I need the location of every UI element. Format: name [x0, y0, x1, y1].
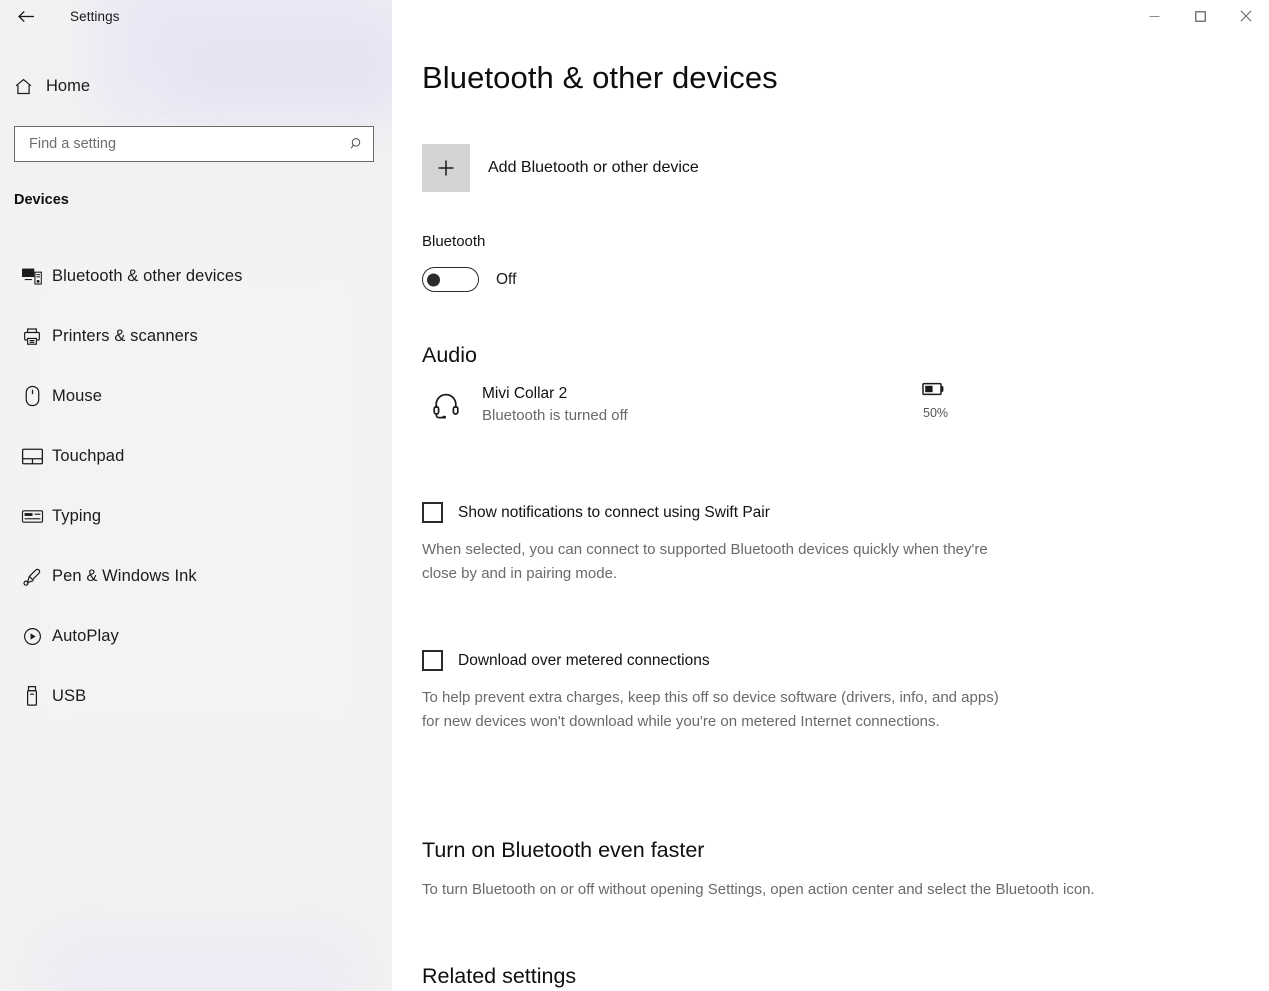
- sidebar-item-label: Printers & scanners: [52, 327, 198, 346]
- add-device-label: Add Bluetooth or other device: [488, 159, 699, 177]
- sidebar: Home Devices: [0, 0, 392, 991]
- swift-pair-checkbox[interactable]: [422, 502, 443, 523]
- printer-icon: [12, 326, 52, 347]
- swift-pair-checkbox-row[interactable]: Show notifications to connect using Swif…: [422, 502, 770, 523]
- sidebar-item-home-label: Home: [46, 77, 90, 96]
- close-button[interactable]: [1223, 0, 1269, 32]
- sidebar-item-typing[interactable]: Typing: [0, 496, 392, 536]
- related-settings-heading: Related settings: [422, 964, 576, 989]
- close-icon: [1240, 10, 1252, 22]
- autoplay-icon: [12, 626, 52, 647]
- toggle-knob: [427, 273, 440, 286]
- plus-icon: [422, 144, 470, 192]
- battery-percent: 50%: [923, 406, 948, 420]
- bluetooth-toggle[interactable]: [422, 267, 479, 292]
- maximize-icon: [1195, 11, 1206, 22]
- usb-icon: [12, 685, 52, 707]
- pen-icon: [12, 566, 52, 587]
- audio-section-heading: Audio: [422, 343, 477, 368]
- sidebar-item-label: Bluetooth & other devices: [52, 267, 243, 286]
- sidebar-item-label: Typing: [52, 507, 101, 526]
- touchpad-icon: [12, 447, 52, 466]
- search-input[interactable]: [15, 136, 341, 152]
- headset-icon: [422, 390, 470, 420]
- sidebar-item-label: Mouse: [52, 387, 102, 406]
- minimize-button[interactable]: [1131, 0, 1177, 32]
- sidebar-item-pen-windows-ink[interactable]: Pen & Windows Ink: [0, 556, 392, 596]
- sidebar-item-label: Pen & Windows Ink: [52, 567, 197, 586]
- metered-checkbox-row[interactable]: Download over metered connections: [422, 650, 710, 671]
- search-icon[interactable]: [341, 136, 373, 152]
- bluetooth-toggle-row: Off: [422, 267, 516, 292]
- window-controls: [1131, 0, 1269, 32]
- sidebar-nav-list: Bluetooth & other devices Printers & sca…: [0, 256, 392, 736]
- back-button[interactable]: [8, 0, 44, 32]
- bluetooth-devices-icon: [12, 266, 52, 286]
- device-name: Mivi Collar 2: [482, 383, 628, 404]
- bluetooth-section-label: Bluetooth: [422, 233, 485, 250]
- acrylic-tint-bottom: [40, 930, 360, 991]
- sidebar-item-printers-scanners[interactable]: Printers & scanners: [0, 316, 392, 356]
- metered-label: Download over metered connections: [458, 652, 710, 670]
- faster-description: To turn Bluetooth on or off without open…: [422, 878, 1242, 902]
- add-device-button[interactable]: Add Bluetooth or other device: [422, 144, 699, 192]
- metered-description: To help prevent extra charges, keep this…: [422, 686, 1002, 733]
- app-title: Settings: [70, 0, 120, 32]
- sidebar-item-autoplay[interactable]: AutoPlay: [0, 616, 392, 656]
- sidebar-item-label: Touchpad: [52, 447, 124, 466]
- title-bar: Settings: [0, 0, 1269, 32]
- metered-checkbox[interactable]: [422, 650, 443, 671]
- device-text: Mivi Collar 2 Bluetooth is turned off: [482, 383, 628, 427]
- device-battery: 50%: [922, 382, 982, 420]
- sidebar-item-label: AutoPlay: [52, 627, 119, 646]
- keyboard-icon: [12, 508, 52, 525]
- bluetooth-toggle-state: Off: [496, 271, 516, 289]
- page-title: Bluetooth & other devices: [422, 60, 778, 96]
- device-status: Bluetooth is turned off: [482, 404, 628, 427]
- swift-pair-description: When selected, you can connect to suppor…: [422, 538, 1002, 585]
- home-icon: [0, 76, 46, 97]
- main-content: Bluetooth & other devices Add Bluetooth …: [392, 0, 1269, 991]
- faster-section-heading: Turn on Bluetooth even faster: [422, 838, 704, 863]
- back-arrow-icon: [17, 9, 36, 24]
- sidebar-item-bluetooth-other-devices[interactable]: Bluetooth & other devices: [0, 256, 392, 296]
- sidebar-item-touchpad[interactable]: Touchpad: [0, 436, 392, 476]
- minimize-icon: [1149, 11, 1160, 22]
- sidebar-item-home[interactable]: Home: [0, 68, 392, 104]
- swift-pair-label: Show notifications to connect using Swif…: [458, 504, 770, 522]
- sidebar-category-title: Devices: [14, 192, 69, 208]
- battery-icon: [922, 382, 945, 401]
- sidebar-item-label: USB: [52, 687, 86, 706]
- maximize-button[interactable]: [1177, 0, 1223, 32]
- sidebar-item-usb[interactable]: USB: [0, 676, 392, 716]
- mouse-icon: [12, 385, 52, 407]
- search-box[interactable]: [14, 126, 374, 162]
- settings-window: Home Devices: [0, 0, 1269, 991]
- sidebar-item-mouse[interactable]: Mouse: [0, 376, 392, 416]
